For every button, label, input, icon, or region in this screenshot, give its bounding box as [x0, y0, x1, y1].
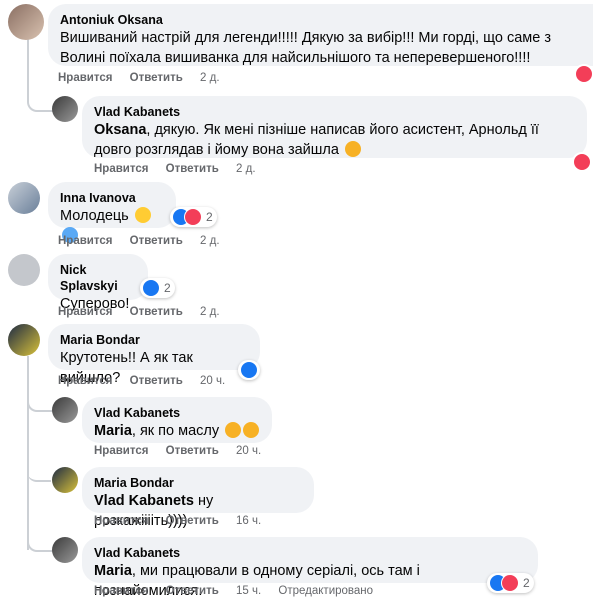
comment-actions: Нравится Ответить 2 д.: [58, 306, 220, 318]
reply-button[interactable]: Ответить: [130, 306, 183, 318]
like-button[interactable]: Нравится: [58, 235, 112, 247]
comment-text: Oksana, дякую. Як мені пізніше написав й…: [94, 122, 539, 158]
reply-button[interactable]: Ответить: [130, 375, 183, 387]
comment-bubble: Maria Bondar Крутотень!! А як так вийшло…: [48, 324, 260, 386]
comment-author[interactable]: Nick Splavskyi: [60, 262, 136, 294]
avatar[interactable]: [52, 96, 78, 122]
avatar[interactable]: [8, 324, 40, 356]
thread-line: [27, 525, 53, 552]
like-button[interactable]: Нравится: [94, 585, 148, 597]
comment-bubble: Inna Ivanova Молодець: [48, 182, 176, 243]
comment-bubble: Maria Bondar Vlad Kabanets ну розкажіііі…: [82, 467, 314, 529]
reply-button[interactable]: Ответить: [166, 163, 219, 175]
reaction-count: 2: [523, 576, 530, 590]
mention-link[interactable]: Vlad Kabanets: [94, 493, 194, 509]
comment-actions: Нравится Ответить 20 ч.: [94, 445, 261, 457]
avatar[interactable]: [8, 254, 40, 286]
comment-bubble: Antoniuk Oksana Вишиваний настрій для ле…: [48, 4, 593, 66]
like-button[interactable]: Нравится: [94, 163, 148, 175]
comment-author[interactable]: Maria Bondar: [60, 332, 248, 348]
reactions-summary[interactable]: [238, 360, 260, 380]
comment-time[interactable]: 2 д.: [200, 72, 220, 84]
like-button[interactable]: Нравится: [94, 515, 148, 527]
thread-line: [27, 455, 51, 482]
avatar[interactable]: [52, 467, 78, 493]
laugh-emoji: [243, 422, 260, 438]
comment-time[interactable]: 20 ч.: [236, 445, 261, 457]
comment-actions: Нравится Ответить 20 ч.: [58, 375, 225, 387]
comment-bubble: Vlad Kabanets Maria, як по маслу: [82, 397, 272, 443]
mention-link[interactable]: Maria: [94, 563, 132, 579]
like-button[interactable]: Нравится: [58, 72, 112, 84]
reply-button[interactable]: Ответить: [130, 235, 183, 247]
love-reaction-icon[interactable]: [572, 152, 592, 172]
comment-author[interactable]: Vlad Kabanets: [94, 545, 526, 561]
comment-time[interactable]: 16 ч.: [236, 515, 261, 527]
comment-text: Вишиваний настрій для легенди!!!!! Дякую…: [60, 30, 551, 66]
reactions-summary[interactable]: 2: [140, 278, 175, 298]
avatar[interactable]: [52, 537, 78, 563]
like-icon: [240, 361, 258, 379]
reactions-summary[interactable]: 2: [487, 573, 534, 593]
yellow-heart-emoji: [134, 207, 151, 223]
mention-link[interactable]: Maria: [94, 423, 132, 439]
mention-link[interactable]: Oksana: [94, 122, 146, 138]
comment-author[interactable]: Maria Bondar: [94, 475, 302, 491]
reply-button[interactable]: Ответить: [166, 445, 219, 457]
like-icon: [142, 279, 160, 297]
comment-time[interactable]: 2 д.: [236, 163, 256, 175]
avatar[interactable]: [8, 182, 40, 214]
comment-author[interactable]: Inna Ivanova: [60, 190, 164, 206]
thread-line: [27, 356, 53, 412]
comment-time[interactable]: 2 д.: [200, 306, 220, 318]
like-button[interactable]: Нравится: [58, 306, 112, 318]
smile-emoji: [344, 141, 361, 157]
love-reaction-icon[interactable]: [574, 64, 593, 84]
comment-text: Maria, як по маслу: [94, 421, 260, 441]
comment-actions: Нравится Ответить 2 д.: [58, 235, 220, 247]
comment-bubble: Vlad Kabanets Oksana, дякую. Як мені піз…: [82, 96, 587, 158]
like-button[interactable]: Нравится: [94, 445, 148, 457]
avatar[interactable]: [8, 4, 44, 40]
reply-button[interactable]: Ответить: [166, 515, 219, 527]
reaction-count: 2: [206, 210, 213, 224]
wink-emoji: [225, 422, 242, 438]
comment-author[interactable]: Vlad Kabanets: [94, 104, 575, 120]
reply-button[interactable]: Ответить: [166, 585, 219, 597]
comment-actions: Нравится Ответить 15 ч. Отредактировано: [94, 585, 373, 597]
edited-label[interactable]: Отредактировано: [278, 585, 373, 597]
comment-actions: Нравится Ответить 16 ч.: [94, 515, 261, 527]
comment-time[interactable]: 2 д.: [200, 235, 220, 247]
like-button[interactable]: Нравится: [58, 375, 112, 387]
comment-bubble: Vlad Kabanets Maria, ми працювали в одно…: [82, 537, 538, 599]
comment-bubble: Nick Splavskyi Суперово!: [48, 254, 148, 312]
reaction-count: 2: [164, 281, 171, 295]
comment-author[interactable]: Antoniuk Oksana: [60, 12, 581, 28]
comment-time[interactable]: 15 ч.: [236, 585, 261, 597]
comment-author[interactable]: Vlad Kabanets: [94, 405, 260, 421]
comment-actions: Нравится Ответить 2 д.: [94, 163, 256, 175]
love-icon: [501, 574, 519, 592]
reply-button[interactable]: Ответить: [130, 72, 183, 84]
reactions-summary[interactable]: 2: [170, 207, 217, 227]
comment-time[interactable]: 20 ч.: [200, 375, 225, 387]
avatar[interactable]: [52, 397, 78, 423]
comment-actions: Нравится Ответить 2 д.: [58, 72, 220, 84]
love-icon: [184, 208, 202, 226]
